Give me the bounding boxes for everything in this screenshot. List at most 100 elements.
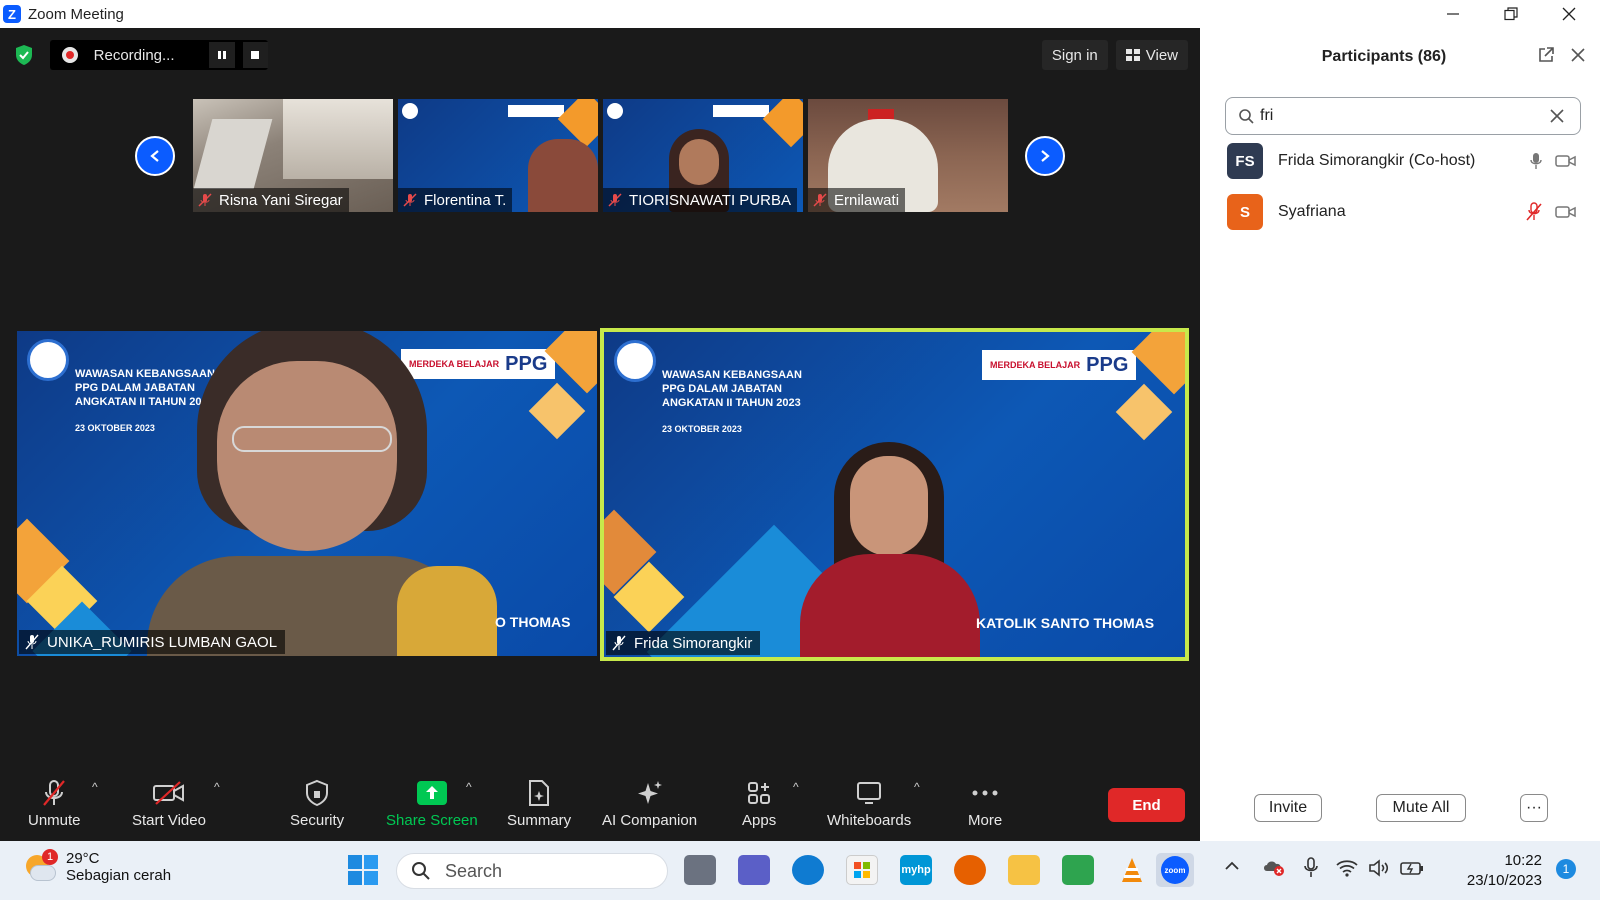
participant-row[interactable]: FS Frida Simorangkir (Co-host) xyxy=(1227,143,1577,179)
share-options-caret[interactable]: ^ xyxy=(466,780,472,794)
popout-button[interactable] xyxy=(1537,46,1555,69)
participant-thumbnail[interactable]: Ernilawati xyxy=(808,99,1008,212)
file-explorer-icon[interactable] xyxy=(1008,855,1040,885)
minimize-icon xyxy=(1447,13,1459,15)
wifi-icon[interactable] xyxy=(1336,859,1358,882)
apps-options-caret[interactable]: ^ xyxy=(793,780,799,794)
taskbar-search[interactable]: Search xyxy=(396,853,668,889)
microphone-tray-icon[interactable] xyxy=(1303,857,1319,884)
whiteboard-icon xyxy=(857,782,882,804)
thumbnail-name: TIORISNAWATI PURBA xyxy=(629,191,791,209)
video-options-caret[interactable]: ^ xyxy=(214,780,220,794)
teams-chat-icon[interactable] xyxy=(738,855,770,885)
next-page-button[interactable] xyxy=(1025,136,1065,176)
show-hidden-icons-button[interactable] xyxy=(1224,859,1240,878)
restore-button[interactable] xyxy=(1482,0,1540,28)
notepad-icon[interactable] xyxy=(1062,855,1094,885)
weather-icon: 1 xyxy=(22,849,58,885)
previous-page-button[interactable] xyxy=(135,136,175,176)
mute-all-button[interactable]: Mute All xyxy=(1376,794,1466,822)
participant-thumbnail[interactable]: Risna Yani Siregar xyxy=(193,99,393,212)
slide-footer: KATOLIK SANTO THOMAS xyxy=(976,615,1155,631)
close-icon xyxy=(1571,48,1585,62)
thumbnail-name-tag: Florentina T. xyxy=(398,188,513,212)
task-view-icon[interactable] xyxy=(684,855,716,885)
summary-button[interactable]: Summary xyxy=(507,778,571,829)
summary-icon xyxy=(529,780,550,806)
stop-icon xyxy=(251,51,260,59)
whiteboard-options-caret[interactable]: ^ xyxy=(914,780,920,794)
taskbar-search-placeholder: Search xyxy=(445,860,503,881)
ai-companion-button[interactable]: AI Companion xyxy=(602,778,697,829)
system-clock[interactable]: 10:22 23/10/2023 xyxy=(1462,851,1542,891)
edge-browser-icon[interactable] xyxy=(792,855,824,885)
more-button[interactable]: More xyxy=(968,778,1002,829)
participant-name: Frida Simorangkir (Co-host) xyxy=(1278,152,1476,169)
firefox-icon[interactable] xyxy=(954,855,986,885)
encryption-shield-icon[interactable] xyxy=(12,43,36,67)
title-bar: Z Zoom Meeting xyxy=(0,0,1600,28)
participants-panel: Participants (86) FS Frida Simorangkir (… xyxy=(1200,28,1600,841)
ministry-logo-icon xyxy=(27,339,69,381)
apps-button[interactable]: Apps xyxy=(742,778,776,829)
meeting-status-bar: Recording... xyxy=(12,40,269,70)
close-panel-button[interactable] xyxy=(1570,47,1586,68)
minimize-button[interactable] xyxy=(1424,0,1482,28)
sign-in-button[interactable]: Sign in xyxy=(1041,40,1108,70)
more-options-button[interactable]: ··· xyxy=(1520,794,1548,822)
participant-thumbnail[interactable]: Florentina T. xyxy=(398,99,598,212)
myhp-app-icon[interactable]: myhp xyxy=(900,855,932,885)
notification-badge[interactable]: 1 xyxy=(1556,859,1576,879)
participant-row[interactable]: S Syafriana xyxy=(1227,194,1577,230)
recording-indicator: Recording... xyxy=(50,40,269,70)
end-meeting-button[interactable]: End xyxy=(1108,788,1185,822)
more-dots-icon xyxy=(972,790,998,796)
close-window-button[interactable] xyxy=(1540,0,1598,28)
weather-widget[interactable]: 1 29°C Sebagian cerah xyxy=(22,849,171,885)
participant-search[interactable] xyxy=(1225,97,1581,135)
popout-icon xyxy=(1539,47,1554,62)
thumbnail-name: Risna Yani Siregar xyxy=(219,191,343,209)
chevron-up-icon xyxy=(1225,861,1239,870)
video-icon xyxy=(1555,206,1576,218)
zoom-taskbar-icon[interactable]: zoom xyxy=(1156,853,1194,887)
thumbnail-strip: Risna Yani Siregar Florentina T. TIORISN… xyxy=(193,99,1008,212)
start-video-button[interactable]: Start Video xyxy=(132,778,206,829)
vlc-icon[interactable] xyxy=(1116,855,1148,885)
microsoft-store-icon[interactable] xyxy=(846,855,878,885)
participant-name: Frida Simorangkir xyxy=(634,634,753,652)
shield-icon xyxy=(306,779,329,807)
slide-title: WAWASAN KEBANGSAAN PPG DALAM JABATAN ANG… xyxy=(75,368,215,408)
security-button[interactable]: Security xyxy=(290,778,344,829)
top-right-controls: Sign in View xyxy=(1034,40,1188,70)
onedrive-icon[interactable] xyxy=(1262,857,1286,882)
unmute-button[interactable]: Unmute xyxy=(28,778,81,829)
video-tile[interactable]: WAWASAN KEBANGSAAN PPG DALAM JABATAN ANG… xyxy=(17,331,597,656)
view-button[interactable]: View xyxy=(1115,40,1188,70)
recording-label: Recording... xyxy=(93,46,175,64)
volume-icon[interactable] xyxy=(1368,859,1390,882)
audio-options-caret[interactable]: ^ xyxy=(92,780,98,794)
grid-view-icon xyxy=(1125,49,1140,61)
stop-recording-button[interactable] xyxy=(242,42,269,68)
avatar: FS xyxy=(1227,143,1263,179)
chevron-left-icon xyxy=(150,150,159,162)
restore-icon xyxy=(1504,7,1518,21)
windows-start-button[interactable] xyxy=(347,854,379,891)
recording-dot-icon xyxy=(62,47,78,63)
share-screen-button[interactable]: Share Screen xyxy=(386,778,478,829)
search-icon xyxy=(1239,109,1254,124)
whiteboards-button[interactable]: Whiteboards xyxy=(827,778,911,829)
participant-name-tag: UNIKA_RUMIRIS LUMBAN GAOL xyxy=(19,630,286,654)
ppg-logo: MERDEKA BELAJAR PPG xyxy=(982,350,1137,380)
mic-muted-icon xyxy=(198,193,212,207)
thumbnail-name: Ernilawati xyxy=(834,191,900,209)
battery-icon[interactable] xyxy=(1400,859,1424,882)
avatar: S xyxy=(1227,194,1263,230)
pause-recording-button[interactable] xyxy=(209,42,235,68)
clock-time: 10:22 xyxy=(1504,852,1542,869)
participant-thumbnail[interactable]: TIORISNAWATI PURBA xyxy=(603,99,803,212)
active-speaker-tile[interactable]: WAWASAN KEBANGSAAN PPG DALAM JABATAN ANG… xyxy=(600,328,1189,661)
invite-button[interactable]: Invite xyxy=(1254,794,1322,822)
participant-search-input[interactable] xyxy=(1260,107,1540,125)
